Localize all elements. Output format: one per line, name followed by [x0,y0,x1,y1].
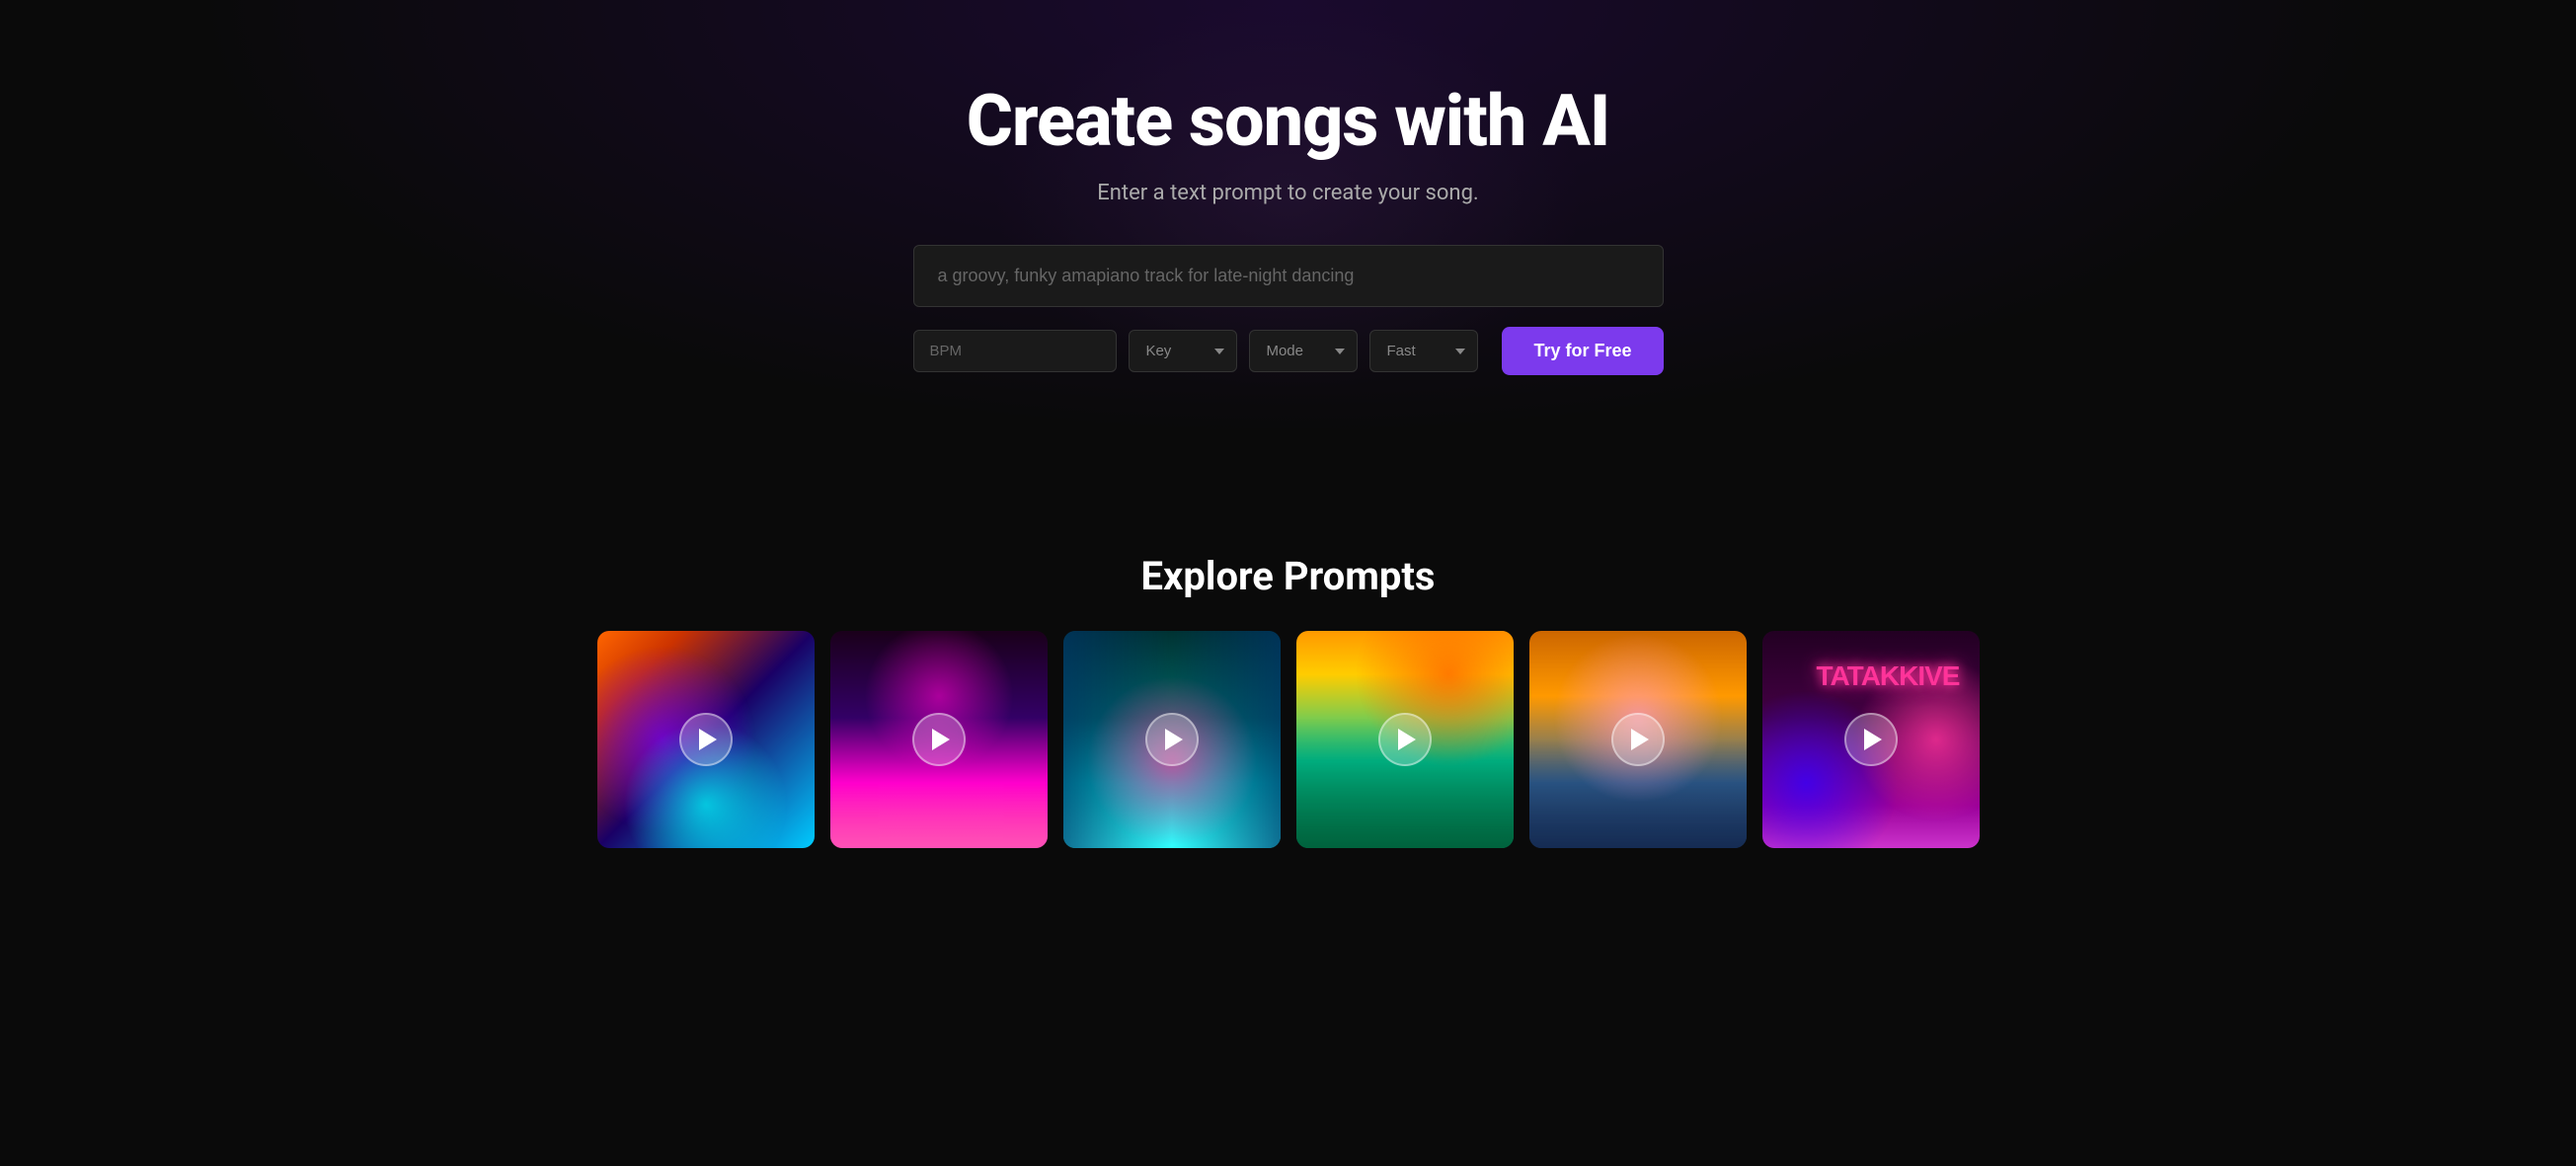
play-button-6[interactable] [1844,713,1898,766]
key-select[interactable]: Key C C# D D# E F F# G G# A A# B [1129,330,1237,372]
try-free-button[interactable]: Try for Free [1502,327,1663,375]
speed-select[interactable]: Slow Medium Fast [1369,330,1478,372]
controls-row: Key C C# D D# E F F# G G# A A# B Mode Ma… [913,327,1664,375]
prompt-card-2[interactable] [830,631,1048,848]
prompt-card-1[interactable] [597,631,815,848]
prompt-card-3[interactable] [1063,631,1281,848]
prompt-card-4[interactable] [1296,631,1514,848]
play-icon-6 [1864,729,1882,750]
cards-grid: TATAKKIVE [20,631,2556,858]
hero-section: Create songs with AI Enter a text prompt… [0,0,2576,513]
explore-title: Explore Prompts [20,553,2556,599]
prompt-input-container [913,245,1664,307]
prompt-input[interactable] [913,245,1664,307]
hero-title: Create songs with AI [967,79,1610,163]
hero-subtitle: Enter a text prompt to create your song. [1097,181,1478,205]
play-button-2[interactable] [912,713,966,766]
play-button-1[interactable] [679,713,733,766]
prompt-card-5[interactable] [1529,631,1747,848]
play-button-5[interactable] [1611,713,1665,766]
play-icon-3 [1165,729,1183,750]
bpm-input[interactable] [913,330,1118,372]
page-wrapper: Create songs with AI Enter a text prompt… [0,0,2576,897]
mode-select[interactable]: Mode Major Minor [1249,330,1358,372]
play-icon-4 [1398,729,1416,750]
play-button-4[interactable] [1378,713,1432,766]
prompt-card-6[interactable]: TATAKKIVE [1762,631,1980,848]
explore-section: Explore Prompts [0,513,2576,897]
neon-text: TATAKKIVE [1817,661,1960,692]
play-icon-1 [699,729,717,750]
play-icon-2 [932,729,950,750]
play-icon-5 [1631,729,1649,750]
play-button-3[interactable] [1145,713,1199,766]
